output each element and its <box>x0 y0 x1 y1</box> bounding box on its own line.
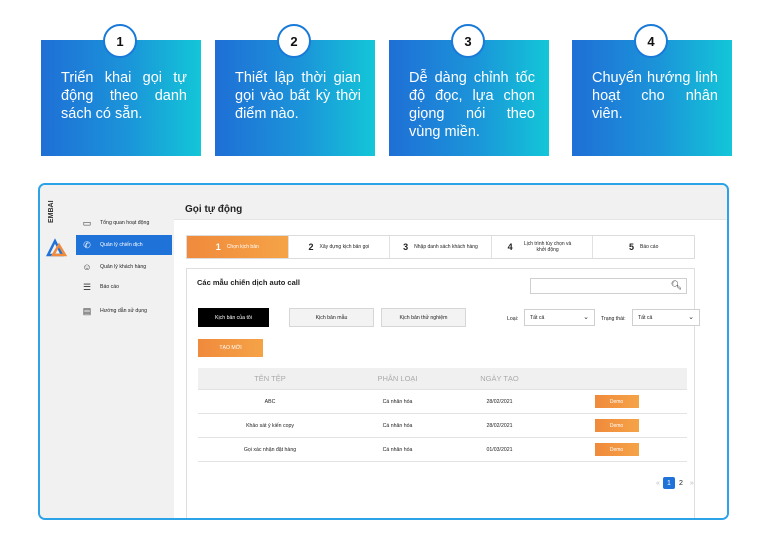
sidebar-item-campaigns[interactable]: ✆ Quản lý chiến dịch <box>76 235 172 255</box>
next-page-button[interactable]: » <box>690 480 694 487</box>
sidebar-item-label: Báo cáo <box>100 284 120 290</box>
feature-card-1: 1 Triển khai gọi tự động theo danh sách … <box>41 24 201 156</box>
sidebar-item-label: Quản lý chiến dịch <box>100 242 143 248</box>
created-date: 28/02/2021 <box>486 398 513 405</box>
page-2-button[interactable]: 2 <box>675 477 687 489</box>
action-cell: Demo <box>546 395 687 408</box>
table-row: Gọi xác nhận đặt hàng Cá nhân hóa 01/03/… <box>198 438 687 462</box>
main-area: Gọi tự động 1 Chọn kịch bản 2 Xây dựng k… <box>174 185 727 518</box>
monitor-icon: ▭ <box>82 217 92 228</box>
sidebar-item-label: Quản lý khách hàng <box>100 264 147 270</box>
search-input[interactable]: 🔍︎ <box>530 278 687 294</box>
column-header-name: TÊN TỆP <box>254 374 286 383</box>
file-name: Gọi xác nhận đặt hàng <box>243 446 297 453</box>
step-3[interactable]: 3 Nhập danh sách khách hàng <box>390 236 492 258</box>
page-title: Gọi tự động <box>185 204 243 215</box>
step-progress: 1 Chọn kịch bản 2 Xây dựng kịch bản gọi … <box>186 235 695 259</box>
phone-icon: ✆ <box>83 239 91 250</box>
file-type: Cá nhân hóa <box>382 446 413 453</box>
demo-button[interactable]: Demo <box>594 395 639 408</box>
feature-card-3: 3 Dễ dàng chỉnh tốc độ đọc, lựa chọn giọ… <box>389 24 549 156</box>
step-number: 4 <box>507 242 513 252</box>
feature-number: 1 <box>103 24 137 58</box>
tab-my-scripts[interactable]: Kịch bản của tôi <box>198 308 269 327</box>
file-name: Khảo sát ý kiến copy <box>246 422 294 429</box>
app-window: EMBAI ▭ Tổng quan hoạt động ✆ Quản lý ch… <box>38 183 729 520</box>
action-cell: Demo <box>546 443 687 456</box>
tab-test-scripts[interactable]: Kịch bản thử nghiệm <box>381 308 466 327</box>
feature-number: 4 <box>634 24 668 58</box>
page-1-button[interactable]: 1 <box>662 477 675 489</box>
file-name: ABC <box>264 398 276 405</box>
table-row: ABC Cá nhân hóa 28/02/2021 Demo <box>198 390 687 414</box>
status-filter-label: Trạng thái: <box>601 316 626 322</box>
step-4[interactable]: 4 Lịch trình tùy chọn và khởi động <box>492 236 594 258</box>
feature-number: 3 <box>451 24 485 58</box>
table-header: TÊN TỆP PHÂN LOẠI NGÀY TẠO <box>198 368 687 390</box>
chevron-down-icon: ⌄ <box>688 314 694 321</box>
step-label: Xây dựng kịch bản gọi <box>319 244 370 250</box>
step-2[interactable]: 2 Xây dựng kịch bản gọi <box>289 236 391 258</box>
demo-button[interactable]: Demo <box>594 443 639 456</box>
content-panel: 1 Chọn kịch bản 2 Xây dựng kịch bản gọi … <box>174 219 727 518</box>
search-icon[interactable]: 🔍︎ <box>671 280 682 291</box>
report-icon: ☰ <box>82 281 92 292</box>
feature-text: Triển khai gọi tự động theo danh sách có… <box>61 70 187 122</box>
feature-card-2: 2 Thiết lập thời gian gọi vào bất kỳ thờ… <box>215 24 375 156</box>
feature-card-4: 4 Chuyển hướng linh hoạt cho nhân viên. <box>572 24 732 156</box>
sidebar-item-label: Tổng quan hoạt động <box>100 220 150 226</box>
prev-page-button[interactable]: « <box>656 480 660 487</box>
step-label: Chọn kịch bản <box>226 244 259 250</box>
feature-text: Dễ dàng chỉnh tốc độ đọc, lựa chọn giọng… <box>409 70 535 140</box>
type-filter-value: Tất cả <box>530 314 545 321</box>
step-label: Báo cáo <box>640 244 659 250</box>
chevron-down-icon: ⌄ <box>583 314 589 321</box>
step-5[interactable]: 5 Báo cáo <box>593 236 694 258</box>
column-header-date: NGÀY TẠO <box>480 374 519 383</box>
created-date: 01/03/2021 <box>486 446 513 453</box>
campaign-templates: Các mẫu chiến dịch auto call 🔍︎ Kịch bản… <box>186 268 700 518</box>
step-number: 3 <box>403 242 409 252</box>
sidebar-item-overview[interactable]: ▭ Tổng quan hoạt động <box>76 213 172 233</box>
sidebar: EMBAI ▭ Tổng quan hoạt động ✆ Quản lý ch… <box>40 185 174 518</box>
feature-text: Chuyển hướng linh hoạt cho nhân viên. <box>592 70 718 122</box>
section-title: Các mẫu chiến dịch auto call <box>197 278 300 287</box>
guide-icon: ▤ <box>82 305 92 316</box>
step-number: 1 <box>215 242 221 252</box>
step-number: 5 <box>628 242 634 252</box>
step-label: Nhập danh sách khách hàng <box>414 244 478 250</box>
type-filter-label: Loại: <box>507 316 519 322</box>
created-date: 28/02/2021 <box>486 422 513 429</box>
step-1[interactable]: 1 Chọn kịch bản <box>187 236 289 258</box>
feature-number: 2 <box>277 24 311 58</box>
sidebar-item-label: Hướng dẫn sử dụng <box>100 308 147 314</box>
sidebar-item-reports[interactable]: ☰ Báo cáo <box>76 277 172 297</box>
logo-text: EMBAI <box>48 200 55 223</box>
step-label: Lịch trình tùy chọn và khởi động <box>523 241 572 253</box>
tab-sample-scripts[interactable]: Kịch bản mẫu <box>289 308 374 327</box>
user-icon: ☺ <box>82 262 92 272</box>
table-row: Khảo sát ý kiến copy Cá nhân hóa 28/02/2… <box>198 414 687 438</box>
feature-text: Thiết lập thời gian gọi vào bất kỳ thời … <box>235 70 361 122</box>
file-type: Cá nhân hóa <box>382 422 413 429</box>
file-type: Cá nhân hóa <box>382 398 413 405</box>
step-number: 2 <box>308 242 314 252</box>
pagination: « 1 2 » <box>653 477 697 489</box>
create-new-button[interactable]: TẠO MỚI <box>198 339 263 357</box>
sidebar-item-guide[interactable]: ▤ Hướng dẫn sử dụng <box>76 301 172 321</box>
sidebar-item-customers[interactable]: ☺ Quản lý khách hàng <box>76 257 172 277</box>
templates-table: TÊN TỆP PHÂN LOẠI NGÀY TẠO ABC Cá nhân h… <box>198 368 687 462</box>
demo-button[interactable]: Demo <box>594 419 639 432</box>
column-header-type: PHÂN LOẠI <box>377 374 418 383</box>
type-filter-select[interactable]: Tất cả ⌄ <box>524 309 595 326</box>
status-filter-value: Tất cả <box>638 314 653 321</box>
action-cell: Demo <box>546 419 687 432</box>
status-filter-select[interactable]: Tất cả ⌄ <box>632 309 700 326</box>
